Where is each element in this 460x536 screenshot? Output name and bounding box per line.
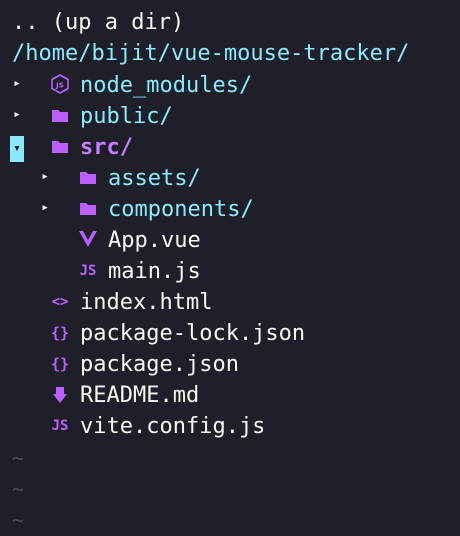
up-dir-link[interactable]: .. (up a dir) — [12, 7, 184, 38]
empty-line-marker: ~ — [12, 508, 25, 532]
current-path: /home/bijit/vue-mouse-tracker/ — [12, 41, 410, 66]
js-icon: JS — [51, 418, 69, 434]
collapsed-arrow-icon[interactable]: ▸ — [38, 169, 52, 184]
folder-icon — [78, 198, 98, 218]
tree-item-public[interactable]: public/ — [80, 101, 173, 132]
tree-item-vite-config-js[interactable]: vite.config.js — [80, 411, 265, 442]
empty-line-marker: ~ — [12, 477, 25, 501]
svg-text:JS: JS — [55, 82, 64, 90]
collapsed-arrow-icon[interactable]: ▸ — [10, 76, 24, 91]
folder-icon — [50, 105, 70, 125]
folder-icon — [50, 136, 70, 156]
tree-item-readme-md[interactable]: README.md — [80, 380, 199, 411]
collapsed-arrow-icon[interactable]: ▸ — [38, 200, 52, 215]
tree-item-components[interactable]: components/ — [108, 194, 254, 225]
folder-icon — [78, 167, 98, 187]
collapsed-arrow-icon[interactable]: ▸ — [10, 107, 24, 122]
nodejs-icon: JS — [50, 74, 70, 94]
tree-item-app-vue[interactable]: App.vue — [108, 225, 201, 256]
html-icon: <> — [51, 294, 69, 310]
markdown-icon — [50, 385, 70, 405]
tree-item-src[interactable]: src/ — [80, 132, 133, 163]
tree-item-main-js[interactable]: main.js — [108, 256, 201, 287]
expanded-arrow-icon[interactable]: ▾ — [10, 136, 24, 162]
tree-item-node-modules[interactable]: node_modules/ — [80, 70, 252, 101]
tree-item-index-html[interactable]: index.html — [80, 287, 212, 318]
tree-item-package-json[interactable]: package.json — [80, 349, 239, 380]
tree-item-assets[interactable]: assets/ — [108, 163, 201, 194]
tree-item-package-lock-json[interactable]: package-lock.json — [80, 318, 305, 349]
vue-icon — [78, 229, 98, 249]
empty-line-marker: ~ — [12, 446, 25, 470]
json-icon: {} — [50, 355, 70, 373]
json-icon: {} — [50, 324, 70, 342]
js-icon: JS — [79, 263, 97, 279]
